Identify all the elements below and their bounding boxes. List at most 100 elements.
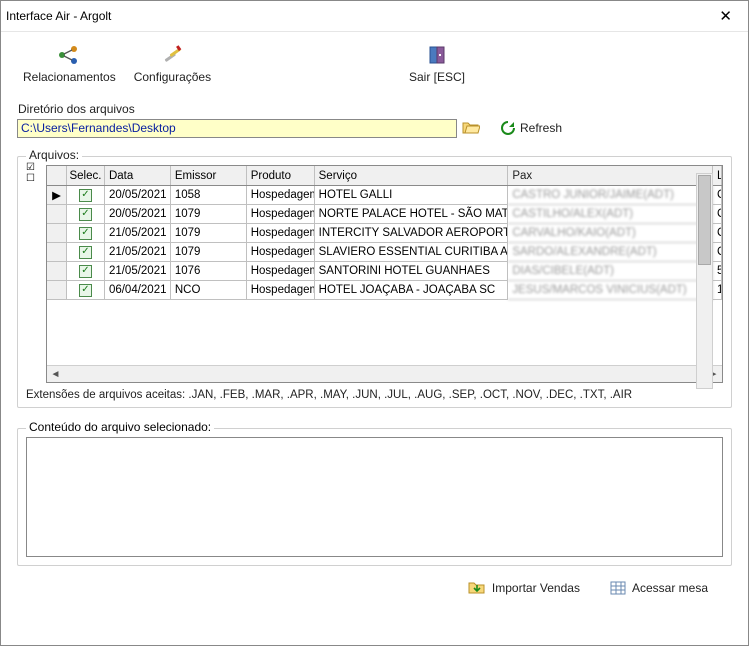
toolbar: Relacionamentos Configurações Sair [ESC]	[1, 32, 748, 90]
checkbox-icon: ✓	[79, 246, 92, 259]
col-emissor[interactable]: Emissor	[171, 166, 247, 185]
settings-icon	[161, 44, 183, 66]
refresh-label: Refresh	[520, 121, 562, 135]
col-servico[interactable]: Serviço	[315, 166, 509, 185]
cell-selec[interactable]: ✓	[67, 186, 105, 205]
cell-data: 20/05/2021	[105, 186, 171, 205]
cell-servico: SLAVIERO ESSENTIAL CURITIBA AER	[315, 243, 509, 262]
checkbox-icon: ✓	[79, 189, 92, 202]
cell-selec[interactable]: ✓	[67, 281, 105, 300]
table-row[interactable]: ✓21/05/20211079HospedagemSLAVIERO ESSENT…	[47, 243, 722, 262]
row-indicator-header	[47, 166, 67, 185]
checkbox-icon: ✓	[79, 208, 92, 221]
folder-open-icon	[462, 120, 480, 136]
checkbox-icon: ✓	[79, 284, 92, 297]
relacionamentos-label: Relacionamentos	[23, 70, 116, 84]
cell-last: C	[713, 205, 722, 224]
select-all-button[interactable]: ☑	[26, 163, 35, 173]
col-produto[interactable]: Produto	[247, 166, 315, 185]
cell-selec[interactable]: ✓	[67, 205, 105, 224]
row-indicator	[47, 243, 67, 262]
cell-produto: Hospedagem	[247, 224, 315, 243]
select-none-button[interactable]: ☐	[26, 174, 35, 184]
table-row[interactable]: ✓06/04/2021NCOHospedagemHOTEL JOAÇABA - …	[47, 281, 722, 300]
cell-produto: Hospedagem	[247, 281, 315, 300]
cell-pax: CASTRO JUNIOR/JAIME(ADT)	[508, 186, 713, 205]
table-row[interactable]: ▶✓20/05/20211058HospedagemHOTEL GALLICAS…	[47, 186, 722, 205]
cell-servico: INTERCITY SALVADOR AEROPORTO (I	[315, 224, 509, 243]
checkbox-icon: ✓	[79, 265, 92, 278]
directory-input[interactable]	[17, 119, 457, 138]
cell-data: 06/04/2021	[105, 281, 171, 300]
importar-vendas-button[interactable]: Importar Vendas	[468, 580, 580, 596]
cell-emissor: 1076	[171, 262, 247, 281]
cell-data: 20/05/2021	[105, 205, 171, 224]
importar-label: Importar Vendas	[492, 581, 580, 595]
table-row[interactable]: ✓ 21/05/20211079HospedagemINTERCITY SALVA…	[47, 224, 722, 243]
cell-last: C	[713, 224, 722, 243]
select-all-toggles: ☑ ☐	[26, 163, 35, 184]
browse-folder-button[interactable]	[459, 118, 483, 138]
refresh-icon	[500, 120, 516, 136]
col-data[interactable]: Data	[105, 166, 171, 185]
cell-produto: Hospedagem	[247, 186, 315, 205]
refresh-button[interactable]: Refresh	[497, 118, 565, 138]
row-indicator	[47, 281, 67, 300]
relationships-icon	[58, 44, 80, 66]
grid-body: ▶✓20/05/20211058HospedagemHOTEL GALLICAS…	[47, 186, 722, 300]
sair-button[interactable]: Sair [ESC]	[402, 42, 472, 86]
files-grid[interactable]: Selec. Data Emissor Produto Serviço Pax …	[46, 165, 723, 383]
sair-label: Sair [ESC]	[409, 70, 465, 84]
col-pax[interactable]: Pax	[508, 166, 713, 185]
cell-data: 21/05/2021	[105, 224, 171, 243]
table-row[interactable]: ✓20/05/20211079HospedagemNORTE PALACE HO…	[47, 205, 722, 224]
cell-emissor: 1058	[171, 186, 247, 205]
cell-pax: SARDO/ALEXANDRE(ADT)	[508, 243, 713, 262]
directory-label: Diretório dos arquivos	[18, 102, 732, 116]
exit-icon	[426, 44, 448, 66]
table-icon	[610, 580, 626, 596]
titlebar: Interface Air - Argolt ✕	[1, 1, 748, 32]
cell-last: C	[713, 186, 722, 205]
row-indicator	[47, 262, 67, 281]
main-content: Diretório dos arquivos Refresh Arquivos:…	[1, 90, 748, 566]
cell-selec[interactable]: ✓	[67, 224, 105, 243]
footer: Importar Vendas Acessar mesa	[1, 566, 748, 606]
cell-servico: SANTORINI HOTEL GUANHAES	[315, 262, 509, 281]
cell-emissor: 1079	[171, 205, 247, 224]
horizontal-scrollbar[interactable]: ◄ ►	[47, 365, 722, 382]
extensions-note: Extensões de arquivos aceitas: .JAN, .FE…	[26, 389, 723, 401]
table-row[interactable]: ✓ 21/05/20211076HospedagemSANTORINI HOTEL…	[47, 262, 722, 281]
cell-produto: Hospedagem	[247, 262, 315, 281]
cell-produto: Hospedagem	[247, 243, 315, 262]
configuracoes-button[interactable]: Configurações	[128, 42, 217, 86]
selected-content-group: Conteúdo do arquivo selecionado:	[17, 428, 732, 566]
configuracoes-label: Configurações	[134, 70, 211, 84]
cell-data: 21/05/2021	[105, 262, 171, 281]
col-last[interactable]: L	[713, 166, 722, 185]
acessar-mesa-button[interactable]: Acessar mesa	[610, 580, 708, 596]
selected-content-legend: Conteúdo do arquivo selecionado:	[26, 420, 214, 434]
close-button[interactable]: ✕	[711, 5, 740, 27]
row-indicator: ▶	[47, 186, 67, 205]
cell-selec[interactable]: ✓	[67, 243, 105, 262]
cell-selec[interactable]: ✓	[67, 262, 105, 281]
col-selec[interactable]: Selec.	[67, 166, 105, 185]
files-legend: Arquivos:	[26, 148, 82, 162]
cell-emissor: 1079	[171, 224, 247, 243]
cell-pax: CARVALHO/KAIO(ADT)	[508, 224, 713, 243]
row-indicator	[47, 224, 67, 243]
acessar-label: Acessar mesa	[632, 581, 708, 595]
vertical-scrollbar[interactable]	[696, 173, 713, 389]
checkbox-icon: ✓	[79, 227, 92, 240]
cell-last: 5	[713, 262, 722, 281]
relacionamentos-button[interactable]: Relacionamentos	[17, 42, 122, 86]
directory-row: Refresh	[17, 118, 732, 138]
cell-emissor: NCO	[171, 281, 247, 300]
cell-last: 1	[713, 281, 722, 300]
files-group: Arquivos: ☑ ☐ Selec. Data Emissor Produt…	[17, 156, 732, 408]
cell-pax: JESUS/MARCOS VINICIUS(ADT)	[508, 281, 713, 300]
import-icon	[468, 580, 486, 596]
selected-content-textarea[interactable]	[26, 437, 723, 557]
row-indicator	[47, 205, 67, 224]
